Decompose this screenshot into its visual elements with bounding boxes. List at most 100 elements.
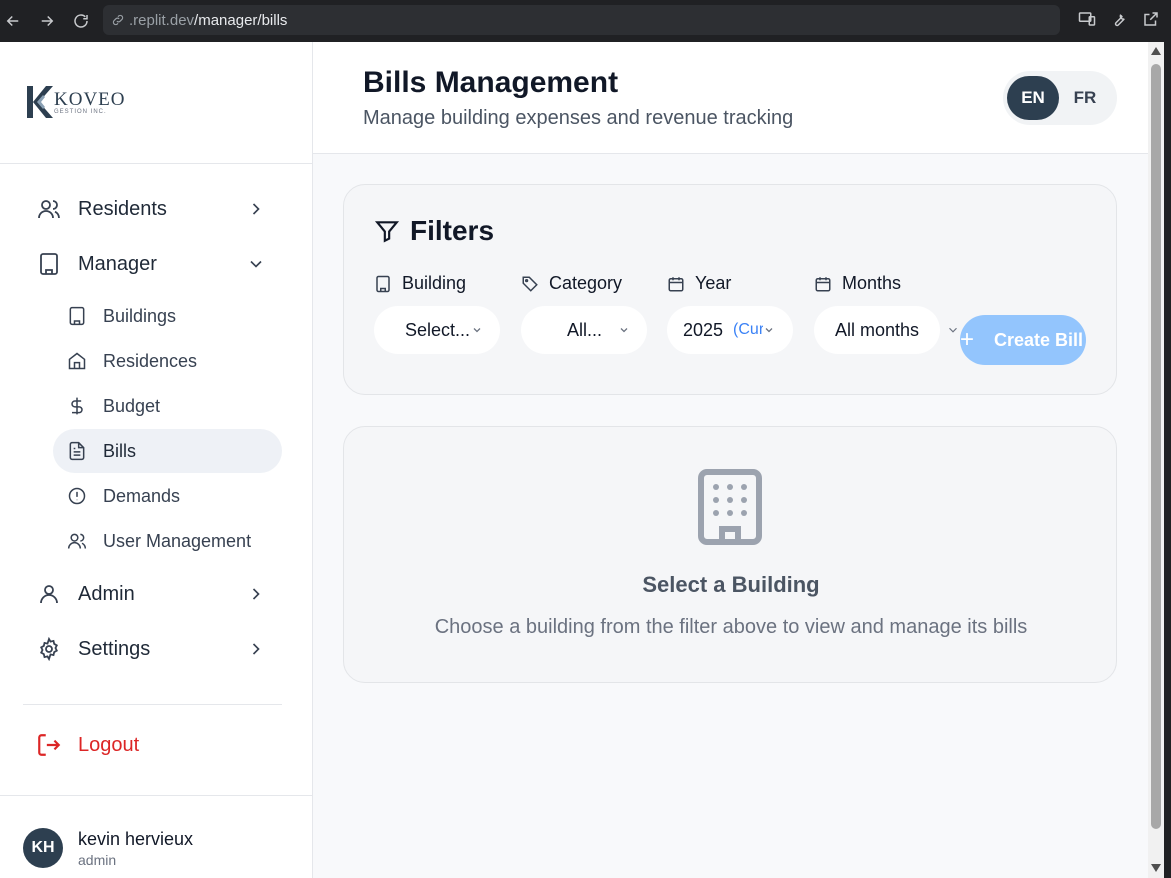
sidebar-subitem-buildings[interactable]: Buildings [53, 294, 282, 338]
months-filter-label: Months [814, 273, 901, 294]
sidebar-subitem-bills[interactable]: Bills [53, 429, 282, 473]
building-icon [376, 275, 390, 292]
window-edge [1164, 42, 1171, 878]
select-value: 2025 [683, 319, 724, 340]
koveo-k-icon [27, 86, 53, 118]
current-year-hint: (Current) [733, 321, 764, 338]
url-host: .replit.dev [129, 11, 195, 29]
plus-icon: + [960, 326, 975, 353]
sidebar-subitem-label: Buildings [103, 305, 177, 326]
sidebar: KOVEO GESTION INC. Residents Manager Bui… [0, 42, 313, 878]
sidebar-subitem-user-management[interactable]: User Management [53, 519, 282, 563]
scroll-down-arrow[interactable] [1151, 864, 1161, 872]
lang-en-button[interactable]: EN [1007, 76, 1059, 120]
building-icon [67, 306, 87, 326]
address-bar[interactable]: .replit.dev/manager/bills [103, 5, 1060, 35]
page-header: Bills Management Manage building expense… [313, 42, 1148, 154]
building-icon [698, 469, 762, 545]
chevron-down-icon [473, 328, 481, 333]
calendar-icon [668, 276, 684, 291]
select-value: Select... [405, 319, 471, 340]
filters-card: Filters Building Select... Category All.… [343, 184, 1117, 395]
chevron-down-icon [250, 260, 262, 268]
sidebar-subitem-label: Bills [103, 440, 137, 461]
logout-icon [38, 734, 61, 756]
sidebar-item-manager[interactable]: Manager [24, 242, 282, 286]
select-value: All months [835, 319, 920, 340]
sidebar-item-label: Settings [78, 637, 151, 660]
users-icon [67, 531, 87, 551]
sidebar-item-label: Admin [78, 582, 135, 605]
forward-icon[interactable] [30, 4, 64, 38]
sidebar-item-settings[interactable]: Settings [24, 627, 282, 671]
alert-circle-icon [67, 486, 87, 506]
divider [0, 163, 312, 164]
empty-state-title: Select a Building [642, 572, 820, 597]
gear-icon [36, 636, 62, 662]
user-profile[interactable]: KH kevin hervieux admin [23, 828, 193, 868]
tag-icon [522, 276, 538, 292]
lang-fr-button[interactable]: FR [1059, 76, 1111, 120]
building-select[interactable]: Select... [374, 306, 500, 354]
chevron-right-icon [252, 643, 260, 655]
avatar: KH [23, 828, 63, 868]
page-subtitle: Manage building expenses and revenue tra… [363, 107, 794, 129]
brand-name: KOVEO [54, 88, 126, 110]
sidebar-item-label: Manager [78, 252, 157, 275]
chevron-right-icon [252, 203, 260, 215]
category-filter-label: Category [521, 273, 622, 294]
reload-icon[interactable] [64, 4, 98, 38]
chevron-right-icon [252, 588, 260, 600]
scroll-thumb[interactable] [1151, 64, 1161, 829]
sidebar-subitem-residences[interactable]: Residences [53, 339, 282, 383]
sidebar-subitem-budget[interactable]: Budget [53, 384, 282, 428]
label-text: Building [402, 273, 467, 293]
create-bill-button[interactable]: + Create Bill [960, 315, 1086, 365]
category-select[interactable]: All... [521, 306, 647, 354]
link-icon [112, 14, 124, 26]
main-content: Bills Management Manage building expense… [313, 42, 1148, 878]
scroll-up-arrow[interactable] [1151, 47, 1161, 55]
button-label: Create Bill [994, 329, 1084, 350]
calendar-icon [815, 276, 831, 291]
filters-title: Filters [410, 215, 495, 246]
chevron-down-icon [949, 327, 957, 333]
koveo-logo[interactable]: KOVEO GESTION INC. [24, 84, 126, 120]
filters-heading: Filters [374, 215, 494, 247]
chevron-down-icon [620, 328, 628, 333]
months-select[interactable]: All months [814, 306, 957, 354]
building-icon [36, 251, 62, 277]
back-icon[interactable] [0, 4, 30, 38]
devices-icon[interactable] [1077, 9, 1097, 29]
building-filter-label: Building [374, 273, 466, 294]
chevron-down-icon [765, 328, 773, 333]
sidebar-item-residents[interactable]: Residents [24, 187, 282, 231]
sidebar-subitem-label: User Management [103, 530, 252, 551]
user-name: kevin hervieux [78, 828, 194, 849]
divider [23, 704, 282, 705]
wrench-icon[interactable] [1109, 9, 1129, 29]
sidebar-subitem-demands[interactable]: Demands [53, 474, 282, 518]
empty-state-subtitle: Choose a building from the filter above … [434, 616, 1028, 638]
vertical-scrollbar[interactable] [1148, 42, 1164, 878]
page-title: Bills Management [363, 66, 619, 99]
url-path: /manager/bills [194, 11, 288, 29]
select-value: All... [567, 319, 603, 340]
logout-button[interactable]: Logout [36, 732, 139, 758]
user-icon [36, 581, 62, 607]
divider [0, 795, 312, 796]
app: KOVEO GESTION INC. Residents Manager Bui… [0, 42, 1164, 878]
logout-label: Logout [78, 733, 140, 756]
filter-icon [374, 221, 400, 243]
external-link-icon[interactable] [1141, 9, 1161, 29]
year-select[interactable]: 2025 (Current) [667, 306, 793, 354]
users-icon [36, 196, 62, 222]
label-text: Year [695, 273, 732, 293]
dollar-icon [67, 396, 87, 416]
browser-toolbar: .replit.dev/manager/bills [0, 0, 1171, 42]
sidebar-subitem-label: Residences [103, 350, 198, 371]
user-role: admin [78, 851, 117, 868]
sidebar-item-admin[interactable]: Admin [24, 572, 282, 616]
document-icon [67, 441, 87, 461]
home-icon [67, 351, 87, 371]
